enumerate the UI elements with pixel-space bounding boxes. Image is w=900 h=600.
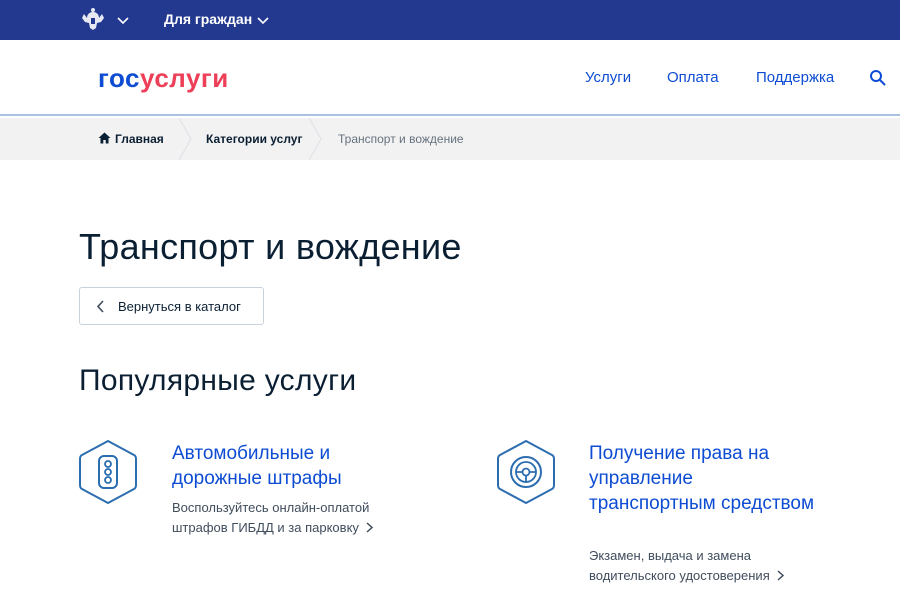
- citizens-menu[interactable]: Для граждан: [164, 11, 252, 27]
- back-to-catalog-label: Вернуться в каталог: [118, 299, 241, 314]
- nav-services[interactable]: Услуги: [585, 69, 631, 86]
- top-bar: Для граждан: [0, 0, 900, 40]
- breadcrumb-separator: [178, 118, 192, 160]
- home-icon: [98, 132, 111, 144]
- steering-wheel-icon[interactable]: [496, 439, 556, 505]
- chevron-right-icon[interactable]: [365, 522, 374, 533]
- service-card-description-text: Воспользуйтесь онлайн-оплатой штрафов ГИ…: [172, 500, 370, 535]
- popular-services-title: Популярные услуги: [79, 364, 357, 397]
- breadcrumb-categories[interactable]: Категории услуг: [206, 132, 302, 146]
- site-header: госуслуги Услуги Оплата Поддержка: [0, 40, 900, 116]
- chevron-left-icon: [96, 300, 104, 313]
- nav-payment[interactable]: Оплата: [667, 69, 719, 86]
- breadcrumb-separator: [308, 118, 322, 160]
- service-card-description: Экзамен, выдача и замена водительского у…: [589, 546, 829, 586]
- logo-part-gos: гос: [98, 63, 140, 93]
- service-card-description-text: Экзамен, выдача и замена водительского у…: [589, 548, 770, 583]
- breadcrumb-current: Транспорт и вождение: [338, 132, 464, 146]
- logo-part-uslugi: услуги: [140, 63, 229, 93]
- service-card-description: Воспользуйтесь онлайн-оплатой штрафов ГИ…: [172, 498, 412, 538]
- page-title: Транспорт и вождение: [79, 226, 462, 267]
- nav-support[interactable]: Поддержка: [756, 69, 834, 86]
- chevron-down-icon[interactable]: [116, 13, 130, 27]
- breadcrumb-home[interactable]: Главная: [98, 132, 164, 146]
- breadcrumb: Главная Категории услуг Транспорт и вожд…: [0, 118, 900, 160]
- back-to-catalog-button[interactable]: Вернуться в каталог: [79, 287, 264, 325]
- gosuslugi-logo[interactable]: госуслуги: [98, 63, 229, 94]
- traffic-light-icon[interactable]: [78, 439, 138, 505]
- service-card-title[interactable]: Автомобильные и дорожные штрафы: [172, 441, 402, 491]
- service-card-title[interactable]: Получение права на управление транспортн…: [589, 441, 819, 516]
- breadcrumb-home-label: Главная: [115, 132, 164, 146]
- coat-of-arms-icon[interactable]: [80, 6, 106, 32]
- chevron-right-icon[interactable]: [776, 570, 785, 581]
- chevron-down-icon[interactable]: [256, 13, 270, 27]
- search-icon[interactable]: [869, 69, 886, 86]
